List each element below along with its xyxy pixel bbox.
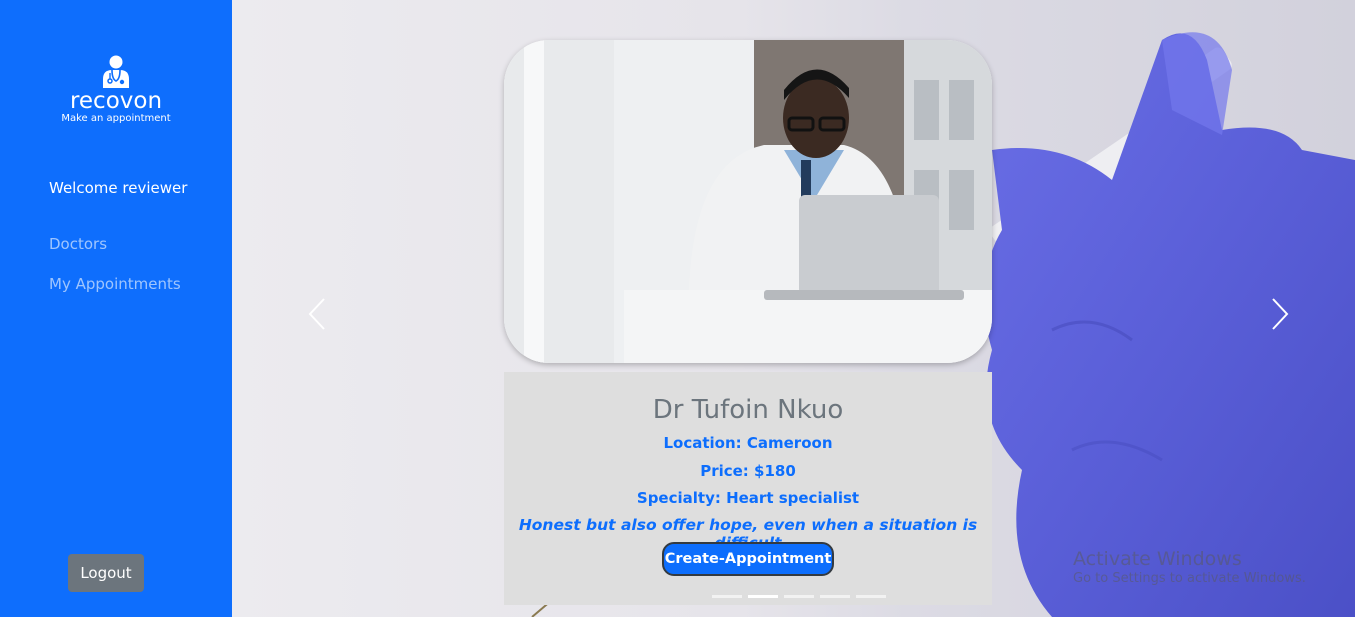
- logout-button[interactable]: Logout: [68, 554, 144, 592]
- doctor-photo-illustration: [504, 40, 992, 363]
- create-appointment-button[interactable]: Create-Appointment: [662, 542, 834, 576]
- doctor-icon: [103, 55, 129, 88]
- carousel-indicator[interactable]: [820, 595, 850, 598]
- sidebar: recovon Make an appointment Welcome revi…: [0, 0, 232, 617]
- carousel-indicators: [712, 595, 892, 599]
- carousel-indicator-active[interactable]: [748, 595, 778, 598]
- watermark-subtitle: Go to Settings to activate Windows.: [1073, 571, 1306, 586]
- doctor-name: Dr Tufoin Nkuo: [652, 395, 844, 425]
- doctor-specialty: Specialty: Heart specialist: [636, 489, 860, 507]
- activate-windows-watermark: Activate Windows Go to Settings to activ…: [1073, 548, 1306, 587]
- brand-logo[interactable]: recovon Make an appointment: [0, 55, 232, 125]
- doctor-location: Location: Cameroon: [663, 434, 833, 452]
- brand-tagline: Make an appointment: [61, 113, 171, 124]
- chevron-right-icon[interactable]: [1270, 297, 1290, 331]
- doctor-photo: [504, 40, 992, 363]
- doctor-caption: Dr Tufoin Nkuo Location: Cameroon Price:…: [504, 372, 992, 605]
- doctor-price: Price: $180: [700, 462, 796, 480]
- nav-doctors[interactable]: Doctors: [49, 235, 107, 253]
- brand-name: recovon: [69, 88, 163, 114]
- carousel-indicator[interactable]: [784, 595, 814, 598]
- nav-my-appointments[interactable]: My Appointments: [49, 275, 181, 293]
- carousel-indicator[interactable]: [856, 595, 886, 598]
- welcome-text: Welcome reviewer: [49, 179, 188, 197]
- watermark-title: Activate Windows: [1073, 548, 1242, 570]
- carousel-indicator[interactable]: [712, 595, 742, 598]
- chevron-left-icon[interactable]: [307, 297, 327, 331]
